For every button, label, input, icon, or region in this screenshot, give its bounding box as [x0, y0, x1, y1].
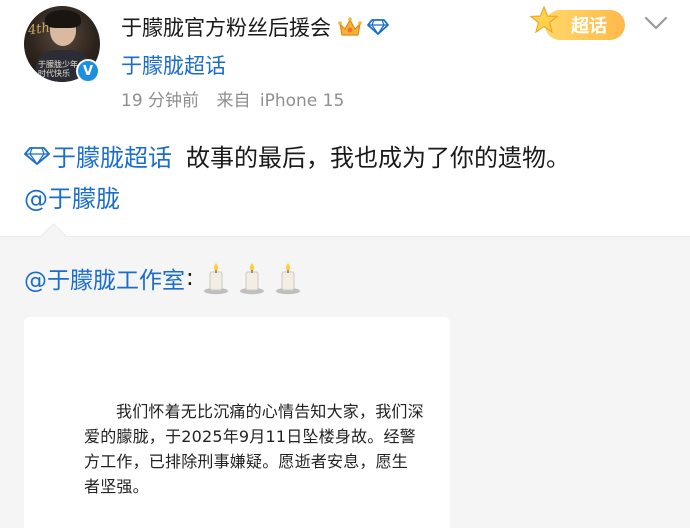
chaohua-link[interactable]: 于朦胧超话	[121, 50, 226, 80]
repost-header: @于朦胧工作室 :	[24, 261, 302, 295]
topic-link[interactable]: 于朦胧超话	[52, 138, 172, 173]
author-row: 于朦胧官方粉丝后援会	[121, 12, 389, 42]
crown-icon	[338, 17, 362, 36]
star-icon	[529, 5, 559, 34]
avatar-figure-hair	[45, 10, 81, 28]
repost-section[interactable]: @于朦胧工作室 : 我们怀着无比沉痛的心情告知大家，我们深爱的朦胧，于2025年…	[0, 223, 690, 532]
chaohua-topic-icon	[24, 146, 50, 165]
diamond-icon	[367, 19, 389, 36]
repost-image-card[interactable]: 我们怀着无比沉痛的心情告知大家，我们深爱的朦胧，于2025年9月11日坠楼身故。…	[24, 317, 450, 532]
post-text: 故事的最后，我也成为了你的遗物。	[186, 144, 570, 172]
avatar-caption-line1: 于朦胧少年	[38, 60, 78, 69]
avatar-caption-line2: 时代快乐	[38, 69, 70, 78]
post-meta: 19 分钟前 来自 iPhone 15	[121, 86, 344, 111]
chaohua-badge[interactable]: 超话	[527, 4, 629, 44]
chevron-down-icon[interactable]	[643, 12, 669, 34]
weibo-post: 4th 于朦胧少年 时代快乐 V 于朦胧官方粉丝后援会 于朦胧超话 19 分钟前…	[0, 0, 690, 236]
announcement-text: 我们怀着无比沉痛的心情告知大家，我们深爱的朦胧，于2025年9月11日坠楼身故。…	[84, 402, 424, 496]
candle-icon	[203, 263, 228, 295]
repost-mention-link[interactable]: @于朦胧工作室	[24, 261, 185, 295]
post-source-prefix: 来自	[216, 91, 251, 111]
verified-badge-icon: V	[76, 59, 100, 83]
repost-colon: :	[186, 265, 194, 291]
candle-icon	[275, 263, 300, 295]
mention-link[interactable]: @于朦胧	[24, 179, 120, 214]
candle-icon	[239, 263, 264, 295]
avatar-script-text: 4th	[27, 20, 51, 39]
post-content: 于朦胧超话 故事的最后，我也成为了你的遗物。	[24, 138, 570, 173]
author-name[interactable]: 于朦胧官方粉丝后援会	[121, 12, 331, 42]
post-time: 19 分钟前	[121, 91, 200, 111]
post-source-device: iPhone 15	[259, 91, 345, 111]
avatar-caption: 于朦胧少年 时代快乐	[38, 60, 78, 78]
